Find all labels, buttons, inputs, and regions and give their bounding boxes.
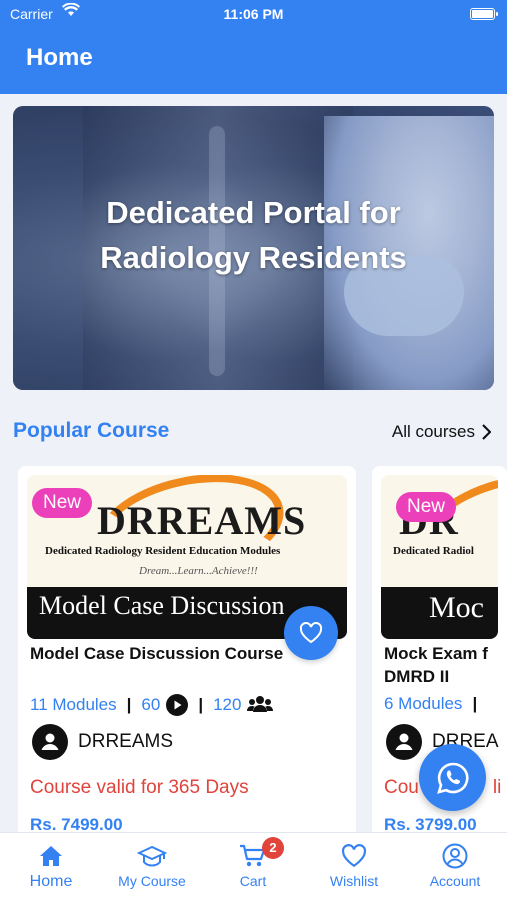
students-count: 120: [213, 695, 242, 714]
user-icon: [41, 733, 59, 750]
cart-icon: [203, 843, 303, 869]
hero-caption-line2: Radiology Residents: [100, 240, 407, 275]
tab-my-course[interactable]: My Course: [102, 843, 202, 889]
brand-tagline: Dream...Learn...Achieve!!!: [139, 565, 258, 577]
all-courses-label: All courses: [391, 422, 475, 441]
graduation-cap-icon: [102, 843, 202, 869]
whatsapp-button[interactable]: [419, 744, 486, 811]
tab-wishlist[interactable]: Wishlist: [304, 843, 404, 889]
videos-count: 60: [141, 695, 161, 714]
tab-home[interactable]: Home: [1, 843, 101, 891]
brand-subtitle: Dedicated Radiology Resident Education M…: [45, 545, 281, 557]
cart-count-badge: 2: [262, 837, 284, 859]
app-header: Home: [0, 30, 507, 94]
divider: |: [126, 695, 132, 714]
author-name: DRREAMS: [78, 731, 174, 752]
avatar: [386, 724, 422, 760]
heart-icon: [304, 843, 404, 869]
thumbnail-course-name: Moc: [429, 591, 484, 624]
battery-icon: [470, 8, 498, 20]
divider: |: [472, 694, 478, 713]
course-validity: Course valid for 365 Days: [30, 777, 249, 798]
whatsapp-icon: [436, 762, 469, 794]
avatar: [32, 724, 68, 760]
modules-count: 11 Modules: [30, 695, 117, 714]
brand-logo: DRREAMS: [97, 498, 307, 543]
user-icon: [395, 733, 413, 750]
course-stats: 11 Modules | 60 | 120: [30, 694, 274, 716]
tab-cart[interactable]: 2 Cart: [203, 837, 303, 889]
heart-icon: [299, 622, 323, 644]
chevron-right-icon: [482, 424, 491, 440]
account-icon: [405, 843, 505, 869]
tab-label: Home: [29, 873, 73, 890]
all-courses-link[interactable]: All courses: [392, 422, 491, 442]
hero-banner[interactable]: Dedicated Portal for Radiology Residents: [13, 106, 494, 390]
tab-label: My Course: [118, 873, 186, 889]
home-icon: [1, 843, 101, 869]
course-title[interactable]: Model Case Discussion Course: [30, 642, 330, 665]
status-bar: Carrier 11:06 PM: [0, 0, 507, 30]
hero-caption-line1: Dedicated Portal for: [106, 195, 401, 230]
course-title-line2: DMRD II: [384, 667, 450, 686]
play-icon: [166, 694, 189, 716]
course-card[interactable]: DRREAMS Dedicated Radiology Resident Edu…: [18, 466, 356, 846]
brand-subtitle: Dedicated Radiol: [393, 545, 474, 557]
thumbnail-course-name: Model Case Discussion: [39, 591, 285, 620]
modules-count: 6 Modules: [384, 694, 463, 713]
page-title: Home: [26, 44, 93, 71]
divider: |: [198, 695, 204, 714]
course-stats: 6 Modules |: [384, 694, 487, 714]
new-badge: New: [396, 492, 457, 522]
clock: 11:06 PM: [223, 6, 284, 22]
new-badge: New: [32, 488, 93, 518]
course-title-line1: Mock Exam f: [384, 644, 488, 663]
tab-label: Account: [429, 873, 481, 889]
tab-bar: Home My Course 2 Cart Wishlist Account: [0, 832, 507, 900]
tab-label: Wishlist: [329, 873, 379, 889]
course-author: DRREAMS: [32, 724, 173, 760]
users-icon: [247, 695, 274, 715]
course-title[interactable]: Mock Exam f DMRD II: [384, 642, 507, 688]
tab-label: Cart: [239, 873, 267, 889]
section-title-popular: Popular Course: [13, 419, 170, 442]
tab-account[interactable]: Account: [405, 843, 505, 889]
hero-caption: Dedicated Portal for Radiology Residents: [13, 190, 494, 280]
